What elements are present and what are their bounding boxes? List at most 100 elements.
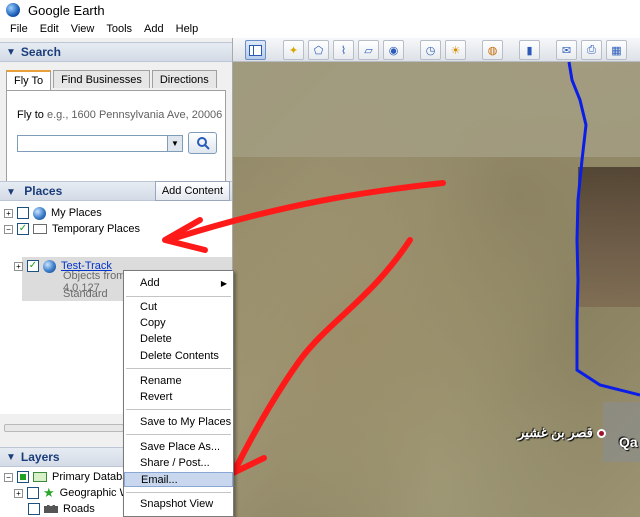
checkbox[interactable] <box>17 207 29 219</box>
historical-imagery-button[interactable]: ◷ <box>420 40 441 60</box>
menu-item-revert[interactable]: Revert <box>124 390 233 405</box>
menu-item-delete[interactable]: Delete <box>124 332 233 347</box>
checkbox-partial[interactable] <box>17 471 29 483</box>
pushpin-icon: ✦ <box>288 44 299 57</box>
fly-to-label: Fly to <box>17 109 44 121</box>
menu-add[interactable]: Add <box>138 23 170 35</box>
menu-item-rename[interactable]: Rename <box>124 374 233 389</box>
menu-view[interactable]: View <box>65 23 101 35</box>
tree-item-primary-database[interactable]: − Primary Databas <box>4 469 134 485</box>
fly-to-panel: Fly to e.g., 1600 Pennsylvania Ave, 2000… <box>6 90 226 182</box>
path-icon: ⌇ <box>340 44 347 57</box>
menu-item-copy[interactable]: Copy <box>124 316 233 331</box>
map-icon: ▦ <box>611 44 622 57</box>
temporary-places-label: Temporary Places <box>52 223 141 235</box>
add-placemark-button[interactable]: ✦ <box>283 40 304 60</box>
collapse-triangle-icon: ▼ <box>6 187 16 198</box>
geographic-web-label: Geographic W <box>59 487 130 499</box>
menu-item-snapshot-view[interactable]: Snapshot View <box>124 497 233 512</box>
print-button[interactable]: ⎙ <box>581 40 602 60</box>
menu-item-save-place-as[interactable]: Save Place As... <box>124 440 233 455</box>
view-in-maps-button[interactable]: ▦ <box>606 40 627 60</box>
add-path-button[interactable]: ⌇ <box>333 40 354 60</box>
map-place-label[interactable]: قصر بن غشير <box>518 425 610 441</box>
checkbox[interactable] <box>27 487 39 499</box>
layers-icon <box>33 472 47 482</box>
tab-find-businesses[interactable]: Find Businesses <box>53 70 150 88</box>
expand-plus-icon[interactable]: + <box>14 261 23 271</box>
tree-item-temporary-places[interactable]: − ✓ Temporary Places <box>4 221 140 237</box>
toolbar: ✦ ⬠ ⌇ ▱ ◉ ◷ ☀ ◍ ▮ ✉ ⎙ ▦ <box>233 38 640 62</box>
ruler-button[interactable]: ▮ <box>519 40 540 60</box>
checkbox-checked[interactable]: ✓ <box>17 223 29 235</box>
checkbox-checked[interactable]: ✓ <box>27 260 39 272</box>
menu-item-delete-contents[interactable]: Delete Contents <box>124 349 233 364</box>
menu-bar: File Edit View Tools Add Help <box>0 20 640 38</box>
places-header-label: Places <box>24 184 63 198</box>
switch-planet-button[interactable]: ◍ <box>482 40 503 60</box>
menu-item-add[interactable]: Add ▶ <box>124 276 233 291</box>
menu-separator <box>126 434 231 435</box>
folder-open-icon <box>33 224 47 234</box>
sun-icon: ☀ <box>450 44 461 57</box>
planet-icon: ◍ <box>487 44 498 57</box>
layers-header-label: Layers <box>20 450 60 464</box>
my-places-label: My Places <box>51 207 102 219</box>
record-tour-button[interactable]: ◉ <box>383 40 404 60</box>
sunlight-button[interactable]: ☀ <box>445 40 466 60</box>
menu-item-email[interactable]: Email... <box>124 472 233 487</box>
fly-to-input[interactable]: ▼ <box>17 135 183 152</box>
context-menu: Add ▶ Cut Copy Delete Delete Contents Re… <box>123 270 234 517</box>
tree-item-roads[interactable]: Roads <box>28 501 95 517</box>
overlay-icon: ▱ <box>364 44 373 57</box>
menu-item-save-to-my-places[interactable]: Save to My Places <box>124 415 233 430</box>
menu-item-add-label: Add <box>140 277 160 289</box>
add-content-button[interactable]: Add Content <box>154 181 230 201</box>
tree-item-geographic-web[interactable]: + ★ Geographic W <box>14 485 130 501</box>
chevron-down-icon[interactable]: ▼ <box>167 136 182 151</box>
place-name: قصر بن غشير <box>518 425 593 440</box>
email-button[interactable]: ✉ <box>556 40 577 60</box>
primary-database-label: Primary Databas <box>52 471 134 483</box>
menu-separator <box>126 296 231 297</box>
tab-directions[interactable]: Directions <box>151 70 217 88</box>
expand-plus-icon[interactable]: + <box>4 208 13 218</box>
add-polygon-button[interactable]: ⬠ <box>308 40 329 60</box>
toggle-sidebar-button[interactable] <box>245 40 266 60</box>
search-button[interactable] <box>188 132 217 154</box>
fly-to-example: e.g., 1600 Pennsylvania Ave, 20006 <box>46 109 223 121</box>
clock-icon: ◷ <box>425 44 436 57</box>
tab-fly-to[interactable]: Fly To <box>6 70 52 90</box>
search-header[interactable]: ▼ Search <box>0 42 232 62</box>
expand-plus-icon[interactable]: + <box>14 488 23 498</box>
menu-edit[interactable]: Edit <box>34 23 65 35</box>
imagery-tile-dark <box>578 167 640 307</box>
checkbox[interactable] <box>28 503 40 515</box>
printer-icon: ⎙ <box>587 43 596 56</box>
envelope-icon: ✉ <box>561 44 572 57</box>
places-header[interactable]: ▼ Places Add Content <box>0 181 232 201</box>
globe-icon <box>33 206 46 220</box>
imagery-tile <box>233 62 640 157</box>
star-icon: ★ <box>43 485 55 500</box>
roads-label: Roads <box>63 503 95 515</box>
place-marker-icon[interactable] <box>596 429 606 439</box>
collapse-minus-icon[interactable]: − <box>4 224 13 234</box>
menu-tools[interactable]: Tools <box>100 23 138 35</box>
camera-icon: ◉ <box>388 44 399 57</box>
google-earth-icon <box>6 3 20 17</box>
fly-to-hint: Fly to e.g., 1600 Pennsylvania Ave, 2000… <box>17 109 222 121</box>
horizontal-scrollbar[interactable] <box>4 424 124 432</box>
ruler-icon: ▮ <box>526 44 533 57</box>
title-bar: Google Earth <box>0 0 640 20</box>
map-view[interactable]: قصر بن غشير Qa <box>233 62 640 517</box>
menu-file[interactable]: File <box>4 23 34 35</box>
add-overlay-button[interactable]: ▱ <box>358 40 379 60</box>
menu-item-share-post[interactable]: Share / Post... <box>124 456 233 471</box>
menu-help[interactable]: Help <box>170 23 205 35</box>
menu-item-cut[interactable]: Cut <box>124 300 233 315</box>
collapse-minus-icon[interactable]: − <box>4 472 13 482</box>
tree-item-my-places[interactable]: + My Places <box>4 205 102 221</box>
map-place-label-2[interactable]: Qa <box>619 434 638 450</box>
polygon-icon: ⬠ <box>313 44 324 57</box>
